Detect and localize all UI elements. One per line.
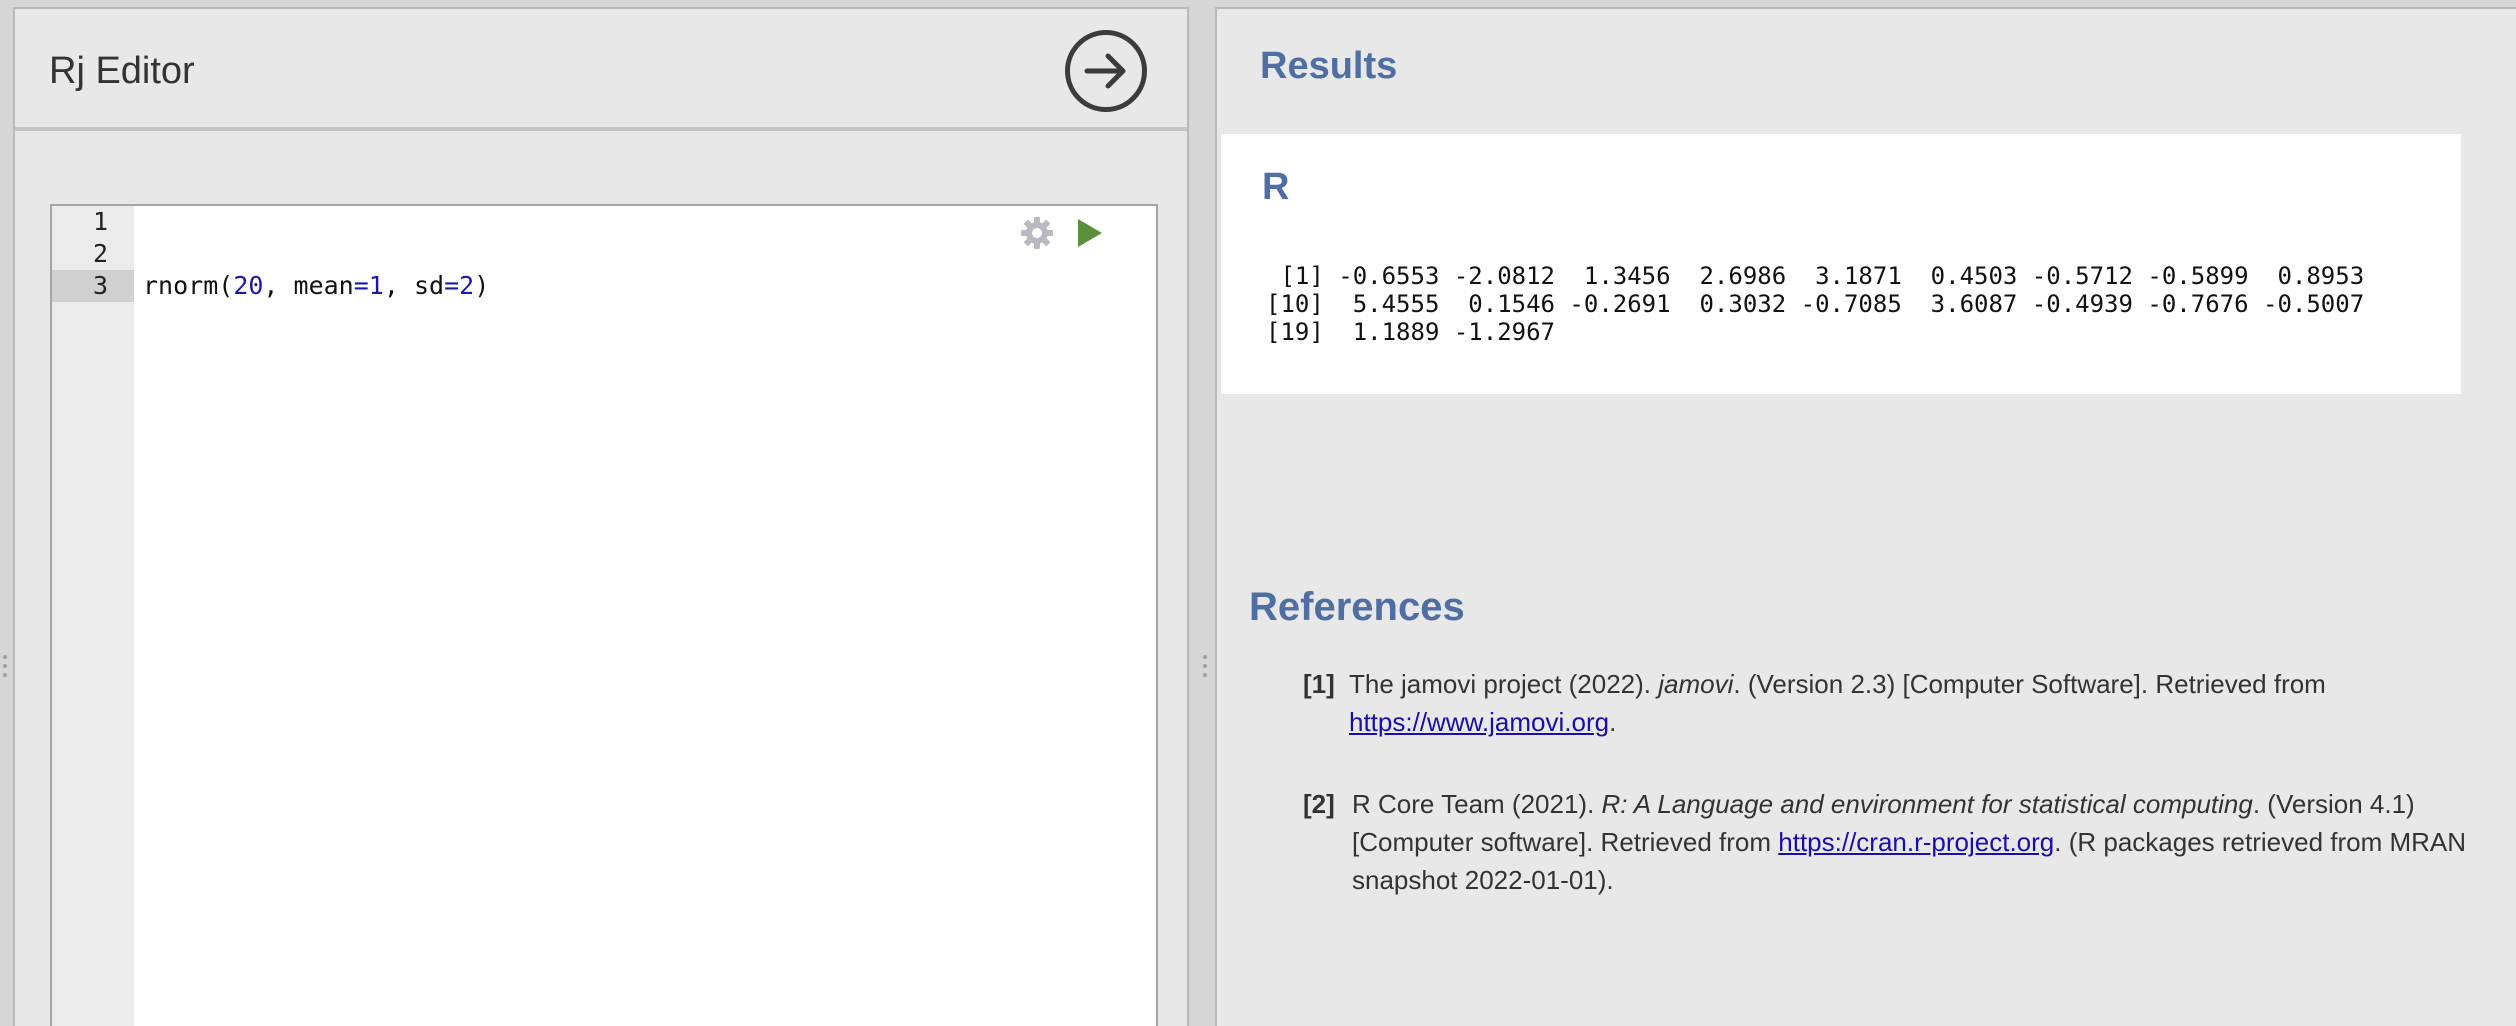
editor-toolbar [1018,214,1108,252]
reference-number: [1] [1303,669,1335,699]
reference-text: R Core Team (2021). R: A Language and en… [1352,785,2483,899]
code-token: , mean [263,271,354,300]
code-token: rnorm( [143,271,234,300]
code-editor[interactable]: 1 2 3 rnorm(20, mean=1, sd=2) [50,204,1158,1026]
reference-item: [2] R Core Team (2021). R: A Language an… [1303,785,2483,899]
splitter-handle[interactable] [1203,655,1209,685]
editor-title: Rj Editor [49,50,195,92]
line-gutter: 1 2 3 [52,206,134,1026]
code-line[interactable] [134,206,1156,238]
reference-author: R Core Team (2021). [1352,789,1602,819]
reference-title: R: A Language and environment for statis… [1601,789,2253,819]
results-panel: Results R [1] -0.6553 -2.0812 1.3456 2.6… [1203,7,2516,1026]
code-token-number: 20 [233,271,264,300]
code-token-operator: = [444,271,460,300]
arrow-right-circle-icon [1084,53,1126,89]
output-line: [1] -0.6553 -2.0812 1.3456 2.6986 3.1871… [1266,262,2365,290]
output-line: [19] 1.1889 -1.2967 [1266,318,1555,346]
code-token-operator: = [353,271,369,300]
reference-details: . (Version 2.3) [Computer Software]. Ret… [1733,669,2326,699]
r-output-title: R [1262,166,1290,208]
code-token: , sd [383,271,445,300]
go-to-results-button[interactable] [1065,30,1147,112]
splitter-handle[interactable] [3,655,9,685]
reference-link[interactable]: https://www.jamovi.org [1349,707,1609,737]
output-line: [10] 5.4555 0.1546 -0.2691 0.3032 -0.708… [1266,290,2365,318]
reference-number: [2] [1303,789,1335,819]
reference-author: The jamovi project (2022). [1349,669,1659,699]
editor-header: Rj Editor [15,9,1187,131]
code-token: ) [474,271,490,300]
code-line[interactable]: rnorm(20, mean=1, sd=2) [134,270,1156,302]
reference-text: The jamovi project (2022). jamovi. (Vers… [1349,665,2483,741]
code-lines[interactable]: rnorm(20, mean=1, sd=2) [134,206,1156,302]
reference-end: . [1609,707,1617,737]
r-output-text: [1] -0.6553 -2.0812 1.3456 2.6986 3.1871… [1266,262,2364,346]
results-heading: Results [1260,45,1398,87]
line-number: 1 [92,207,108,236]
line-number-active: 3 [52,270,134,302]
code-token-number: 1 [368,271,384,300]
code-line[interactable] [134,238,1156,270]
code-token-number: 2 [459,271,475,300]
reference-link[interactable]: https://cran.r-project.org [1778,827,2054,857]
editor-panel: Rj Editor 1 2 3 rnorm(20, mean=1, sd=2) [3,7,1189,1026]
play-icon[interactable] [1070,214,1108,252]
gear-icon[interactable] [1018,214,1056,252]
r-output-card[interactable]: R [1] -0.6553 -2.0812 1.3456 2.6986 3.18… [1221,134,2461,394]
reference-title: jamovi [1658,669,1734,699]
references-heading: References [1249,585,1465,629]
line-number: 2 [92,239,108,268]
reference-item: [1] The jamovi project (2022). jamovi. (… [1303,665,2483,741]
